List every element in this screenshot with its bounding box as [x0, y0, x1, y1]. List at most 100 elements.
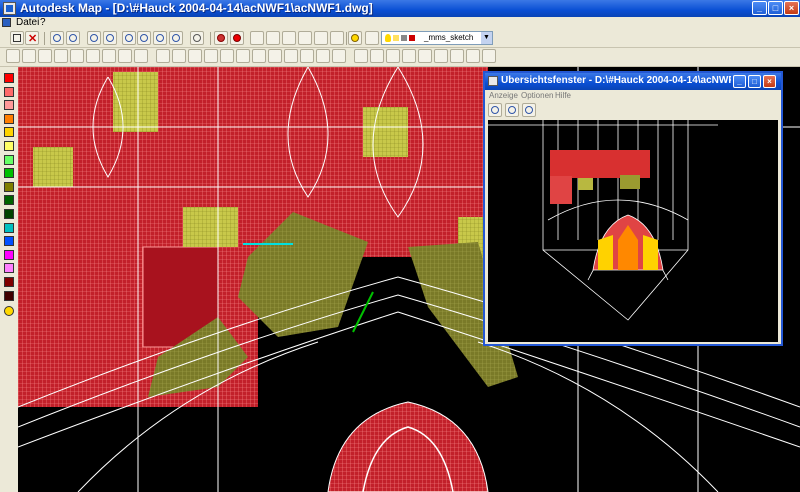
layer-manager-icon[interactable] — [365, 31, 379, 45]
layer-dropdown[interactable]: _mms_sketch ▼ — [381, 31, 493, 45]
color-swatch[interactable] — [4, 113, 14, 124]
minimize-button[interactable]: _ — [752, 1, 767, 15]
title-bar: Autodesk Map - [D:\#Hauck 2004-04-14\acN… — [0, 0, 800, 17]
overview-menu-optionen[interactable]: Optionen — [521, 91, 553, 100]
draw-tool-icon[interactable] — [220, 49, 234, 63]
draw-tool-icon[interactable] — [316, 49, 330, 63]
color-swatch[interactable] — [4, 86, 14, 97]
app-icon[interactable] — [3, 2, 16, 15]
layer-icon[interactable] — [214, 31, 228, 45]
tool-icon-4[interactable] — [298, 31, 312, 45]
draw-tool-icon[interactable] — [370, 49, 384, 63]
overview-menu-hilfe[interactable]: Hilfe — [555, 91, 571, 100]
draw-tool-icon[interactable] — [118, 49, 132, 63]
draw-tool-icon[interactable] — [22, 49, 36, 63]
overview-title: Übersichtsfenster - D:\#Hauck 2004-04-14… — [501, 75, 731, 86]
save-icon[interactable] — [10, 31, 24, 45]
color-swatch[interactable] — [4, 236, 14, 247]
draw-tool-icon[interactable] — [236, 49, 250, 63]
draw-tool-icon[interactable] — [466, 49, 480, 63]
menu-datei[interactable]: Datei — [16, 17, 39, 28]
pan-icon[interactable] — [190, 31, 204, 45]
overview-maximize-button[interactable]: □ — [748, 75, 761, 88]
draw-tool-icon[interactable] — [402, 49, 416, 63]
draw-tool-icon[interactable] — [354, 49, 368, 63]
draw-tool-icon[interactable] — [418, 49, 432, 63]
select-icon[interactable] — [330, 31, 344, 45]
draw-tool-icon[interactable] — [134, 49, 148, 63]
chevron-down-icon[interactable]: ▼ — [481, 32, 492, 44]
zoom-in-icon[interactable] — [122, 31, 136, 45]
zoom-realtime-icon[interactable] — [50, 31, 64, 45]
draw-tool-icon[interactable] — [102, 49, 116, 63]
zoom-extents-icon[interactable] — [169, 31, 183, 45]
menu-help[interactable]: ? — [40, 17, 46, 28]
close-button[interactable]: × — [784, 1, 799, 15]
draw-tool-icon[interactable] — [70, 49, 84, 63]
draw-tool-icon[interactable] — [6, 49, 20, 63]
color-swatch[interactable] — [4, 127, 14, 138]
draw-tool-icon[interactable] — [86, 49, 100, 63]
tool-icon-2[interactable] — [266, 31, 280, 45]
color-swatch[interactable] — [4, 154, 14, 165]
draw-tool-icon[interactable] — [204, 49, 218, 63]
smiley-icon[interactable] — [348, 31, 362, 45]
smiley-icon[interactable] — [4, 306, 14, 317]
draw-tool-icon[interactable] — [482, 49, 496, 63]
draw-tool-icon[interactable] — [332, 49, 346, 63]
color-swatch[interactable] — [4, 73, 14, 83]
overview-svg — [488, 120, 718, 321]
color-swatch[interactable] — [4, 263, 14, 274]
draw-tool-icon[interactable] — [54, 49, 68, 63]
zoom-in-icon[interactable] — [488, 103, 502, 117]
overview-close-button[interactable]: × — [763, 75, 776, 88]
tool-icon-1[interactable] — [250, 31, 264, 45]
hatch-panel-yellow-2 — [363, 107, 408, 157]
window-title: Autodesk Map - [D:\#Hauck 2004-04-14\acN… — [20, 1, 373, 15]
overview-app-icon[interactable] — [488, 76, 498, 86]
color-swatch[interactable] — [4, 168, 14, 179]
zoom-window-icon[interactable] — [66, 31, 80, 45]
stop-icon[interactable] — [230, 31, 244, 45]
draw-tool-icon[interactable] — [252, 49, 266, 63]
color-swatch[interactable] — [4, 249, 14, 260]
zoom-all-icon[interactable] — [153, 31, 167, 45]
overview-menu-anzeige[interactable]: Anzeige — [489, 91, 518, 100]
hatch-panel-yellow-3 — [183, 207, 238, 247]
hatch-panel-yellow-4 — [33, 147, 73, 187]
green-line — [352, 291, 374, 333]
draw-tool-icon[interactable] — [38, 49, 52, 63]
overview-minimize-button[interactable]: _ — [733, 75, 746, 88]
color-swatch[interactable] — [4, 181, 14, 192]
draw-tool-icon[interactable] — [284, 49, 298, 63]
zoom-extents-icon[interactable] — [522, 103, 536, 117]
overview-menu-bar: Anzeige Optionen Hilfe — [485, 90, 781, 102]
document-icon[interactable] — [2, 18, 11, 27]
draw-tool-icon[interactable] — [450, 49, 464, 63]
draw-tool-icon[interactable] — [156, 49, 170, 63]
tool-icon-5[interactable] — [314, 31, 328, 45]
color-swatch[interactable] — [4, 277, 14, 287]
draw-tool-icon[interactable] — [268, 49, 282, 63]
tool-icon-3[interactable] — [282, 31, 296, 45]
draw-tool-icon[interactable] — [386, 49, 400, 63]
color-swatch[interactable] — [4, 290, 14, 301]
toolbar-draw — [0, 48, 800, 67]
draw-tool-icon[interactable] — [300, 49, 314, 63]
color-swatch[interactable] — [4, 195, 14, 206]
draw-tool-icon[interactable] — [188, 49, 202, 63]
zoom-dynamic-icon[interactable] — [103, 31, 117, 45]
draw-tool-icon[interactable] — [434, 49, 448, 63]
color-swatch[interactable] — [4, 222, 14, 233]
zoom-out-icon[interactable] — [505, 103, 519, 117]
draw-tool-icon[interactable] — [172, 49, 186, 63]
cancel-icon[interactable]: ✕ — [25, 31, 39, 45]
maximize-button[interactable]: □ — [768, 1, 783, 15]
overview-view[interactable] — [488, 120, 778, 342]
color-swatch[interactable] — [4, 209, 14, 219]
color-swatch[interactable] — [4, 100, 14, 111]
zoom-previous-icon[interactable] — [87, 31, 101, 45]
color-swatch[interactable] — [4, 141, 14, 151]
zoom-out-icon[interactable] — [137, 31, 151, 45]
color-palette — [0, 67, 19, 492]
